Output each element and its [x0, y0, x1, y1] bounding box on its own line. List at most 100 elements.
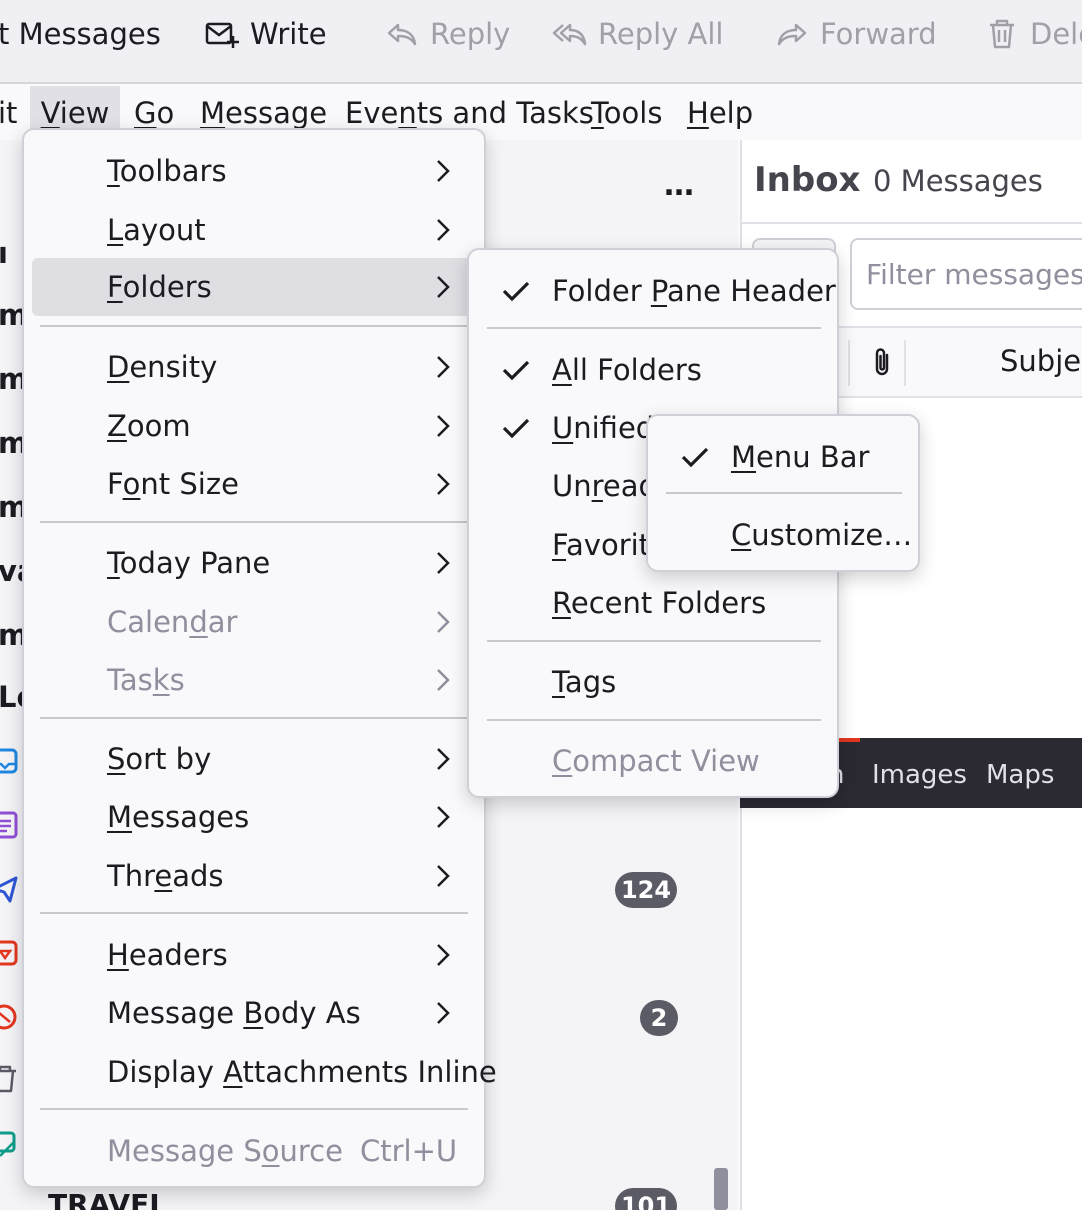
- menu-events-label: Events and Tasks: [345, 96, 594, 130]
- chevron-right-icon: [435, 668, 451, 692]
- menu-go-label: Go: [134, 96, 175, 130]
- reply-button[interactable]: Reply: [384, 0, 510, 68]
- menu-separator: [666, 492, 902, 494]
- view-menu-item-calendar[interactable]: Calendar: [32, 593, 476, 651]
- folders-menu-item-compact-view[interactable]: Compact View: [477, 732, 829, 790]
- menu-item-label: Threads: [107, 859, 224, 893]
- checkmark-icon: [680, 445, 710, 469]
- menu-separator: [40, 325, 468, 327]
- folders-menu-item-folder-pane-header[interactable]: Folder Pane Header: [477, 262, 836, 320]
- checkmark-icon: [501, 358, 531, 382]
- archive-icon: [0, 938, 18, 968]
- web-tab-images[interactable]: Images: [872, 760, 967, 790]
- menu-tools[interactable]: Tools: [591, 86, 662, 140]
- view-menu-item-display-attachments-inline[interactable]: Display Attachments Inline: [32, 1043, 497, 1101]
- chevron-right-icon: [435, 159, 451, 183]
- view-menu-item-message-source[interactable]: Message Source Ctrl+U: [32, 1122, 476, 1180]
- reply-all-label: Reply All: [598, 17, 724, 51]
- unread-count-badge: 101: [615, 1188, 677, 1210]
- view-menu-item-toolbars[interactable]: Toolbars: [32, 142, 476, 200]
- column-divider: [848, 340, 850, 386]
- folder-pane-scrollbar[interactable]: [714, 1168, 728, 1210]
- write-button[interactable]: Write: [204, 0, 327, 68]
- write-icon: [204, 16, 240, 52]
- view-menu: Toolbars Layout Folders Density Zoom Fon…: [22, 128, 497, 1188]
- chevron-right-icon: [435, 355, 451, 379]
- menu-help-label: Help: [687, 96, 754, 130]
- chevron-right-icon: [435, 218, 451, 242]
- menu-item-label: Sort by: [107, 742, 212, 776]
- reply-all-icon: [552, 16, 588, 52]
- menu-item-label: Zoom: [107, 409, 191, 443]
- reply-all-button[interactable]: Reply All: [552, 0, 724, 68]
- view-menu-item-headers[interactable]: Headers: [32, 926, 476, 984]
- menu-item-label: Headers: [107, 938, 228, 972]
- main-toolbar: t Messages Write Reply Reply All Forward…: [0, 0, 1082, 84]
- menu-item-label: Display Attachments Inline: [107, 1055, 497, 1089]
- trash-icon: [0, 1064, 18, 1094]
- menu-edit-label: it: [0, 96, 18, 130]
- view-menu-item-density[interactable]: Density: [32, 338, 476, 396]
- chevron-right-icon: [435, 1001, 451, 1025]
- menu-view-label: View: [40, 96, 110, 130]
- view-menu-item-tasks[interactable]: Tasks: [32, 651, 476, 709]
- folders-menu-item-recent-folders[interactable]: Recent Folders: [477, 574, 829, 632]
- folders-menu-item-tags[interactable]: Tags: [477, 653, 829, 711]
- folder-pane-more-button[interactable]: …: [664, 168, 695, 203]
- view-menu-item-messages[interactable]: Messages: [32, 788, 476, 846]
- chevron-right-icon: [435, 610, 451, 634]
- view-menu-item-folders[interactable]: Folders: [32, 258, 476, 316]
- view-menu-item-threads[interactable]: Threads: [32, 847, 476, 905]
- menu-tools-label: Tools: [591, 96, 663, 130]
- forward-label: Forward: [820, 17, 937, 51]
- sent-icon: [0, 874, 18, 904]
- menu-item-label: Calendar: [107, 605, 238, 639]
- write-label: Write: [250, 17, 327, 51]
- view-menu-item-sort-by[interactable]: Sort by: [32, 730, 476, 788]
- web-tab-maps[interactable]: Maps: [986, 760, 1054, 790]
- message-count: 0 Messages: [873, 164, 1043, 198]
- menu-item-label: Today Pane: [107, 546, 271, 580]
- menu-item-label: Message Body As: [107, 996, 361, 1030]
- delete-label: Dele: [1030, 17, 1082, 51]
- view-menu-item-layout[interactable]: Layout: [32, 201, 476, 259]
- menu-item-shortcut: Ctrl+U: [360, 1134, 458, 1168]
- get-messages-button[interactable]: t Messages: [0, 0, 161, 68]
- view-menu-item-message-body-as[interactable]: Message Body As: [32, 984, 476, 1042]
- menu-separator: [40, 717, 468, 719]
- menu-item-label: All Folders: [552, 353, 702, 387]
- menu-separator: [487, 640, 821, 642]
- filter-messages-input[interactable]: Filter messages…: [850, 238, 1082, 310]
- view-menu-item-today-pane[interactable]: Today Pane: [32, 534, 476, 592]
- menu-item-label: Unread: [552, 469, 657, 503]
- menu-item-label: Message Source: [107, 1134, 343, 1168]
- menu-edit[interactable]: it: [0, 86, 17, 140]
- menu-item-label: Density: [107, 350, 218, 384]
- view-menu-item-font-size[interactable]: Font Size: [32, 455, 476, 513]
- menu-item-label: Menu Bar: [731, 440, 870, 474]
- folders-menu-item-all-folders[interactable]: All Folders: [477, 341, 829, 399]
- menu-help[interactable]: Help: [687, 86, 753, 140]
- delete-button[interactable]: Dele: [984, 0, 1082, 68]
- menu-item-label: Compact View: [552, 744, 760, 778]
- chevron-right-icon: [435, 943, 451, 967]
- toolbars-menu-item-menu-bar[interactable]: Menu Bar: [656, 428, 910, 486]
- reply-icon: [384, 16, 420, 52]
- folder-travel-label[interactable]: TRAVEL: [48, 1188, 167, 1210]
- menu-separator: [40, 912, 468, 914]
- chevron-right-icon: [435, 805, 451, 829]
- menu-separator: [40, 1108, 468, 1110]
- subject-column-header[interactable]: Subject: [1000, 344, 1082, 378]
- unread-count-badge: 2: [640, 1000, 678, 1036]
- menu-separator: [40, 521, 468, 523]
- toolbars-menu-item-customize[interactable]: Customize…: [656, 506, 912, 564]
- forward-button[interactable]: Forward: [774, 0, 937, 68]
- paperclip-icon[interactable]: [868, 346, 896, 380]
- chevron-right-icon: [435, 864, 451, 888]
- menu-item-label: Layout: [107, 213, 206, 247]
- menu-separator: [487, 327, 821, 329]
- menu-message-label: Message: [200, 96, 328, 130]
- column-divider: [904, 340, 906, 386]
- menu-item-label: Font Size: [107, 467, 239, 501]
- view-menu-item-zoom[interactable]: Zoom: [32, 397, 476, 455]
